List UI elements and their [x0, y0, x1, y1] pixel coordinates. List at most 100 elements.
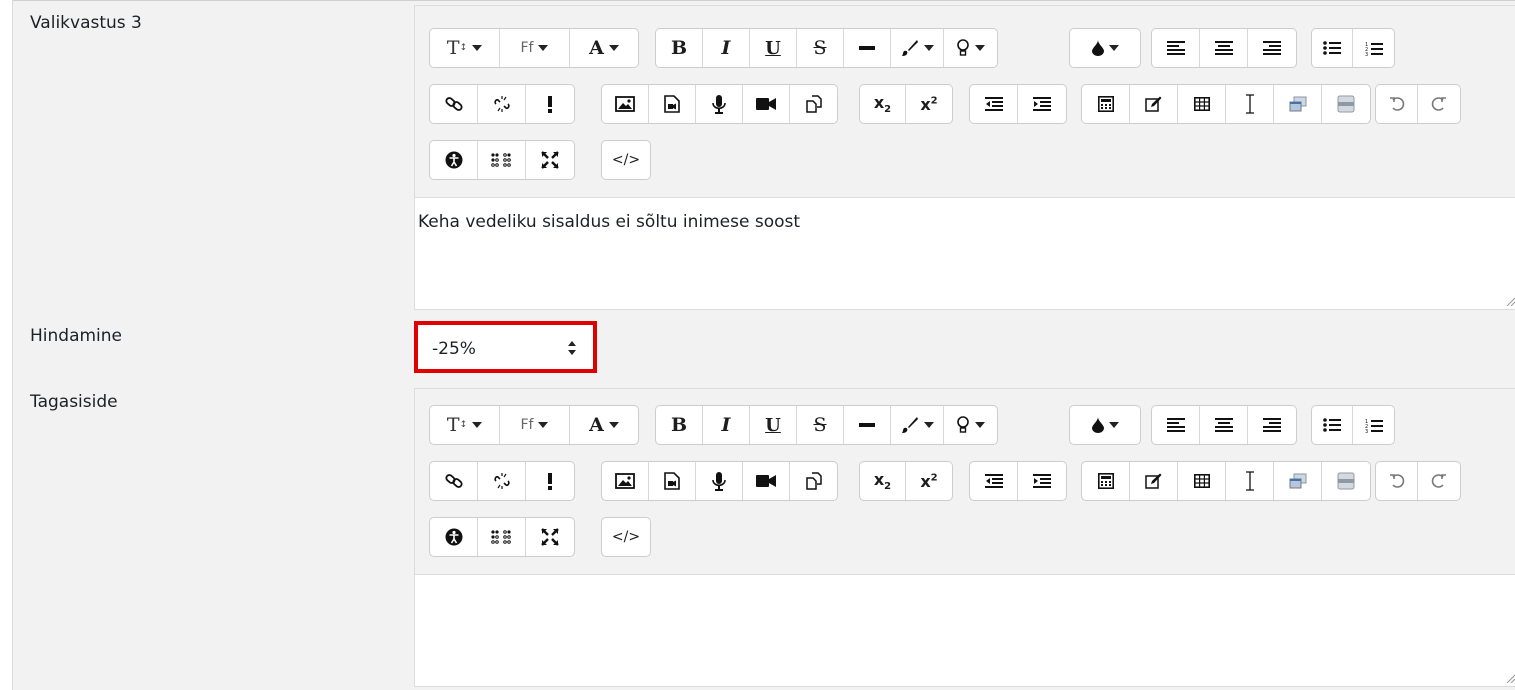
redo-button[interactable]	[1418, 462, 1460, 500]
strikethrough-button[interactable]: S	[797, 406, 844, 444]
bullet-list-icon	[1323, 418, 1341, 432]
link-group	[429, 84, 575, 124]
align-left-button[interactable]	[1152, 29, 1200, 67]
media-button[interactable]	[649, 85, 696, 123]
underline-icon: U	[765, 414, 781, 436]
numbered-list-button[interactable]: 123	[1353, 406, 1394, 444]
undo-icon	[1389, 97, 1404, 111]
fullscreen-button[interactable]	[526, 141, 574, 179]
outdent-button[interactable]	[970, 462, 1018, 500]
text-cursor-icon	[1245, 94, 1254, 114]
numbered-list-button[interactable]: 123	[1353, 29, 1394, 67]
bulb-button[interactable]	[944, 29, 997, 67]
align-center-button[interactable]	[1200, 406, 1248, 444]
bold-button[interactable]: B	[656, 29, 703, 67]
align-left-button[interactable]	[1152, 406, 1200, 444]
redo-button[interactable]	[1418, 85, 1460, 123]
underline-button[interactable]: U	[750, 29, 797, 67]
media-button[interactable]	[649, 462, 696, 500]
video-camera-icon	[756, 475, 776, 487]
text-cursor-button[interactable]	[1226, 462, 1274, 500]
background-color-button[interactable]	[1070, 29, 1140, 67]
html-source-button[interactable]: </>	[602, 141, 650, 179]
horizontal-rule-button[interactable]	[844, 29, 891, 67]
undo-button[interactable]	[1376, 85, 1418, 123]
subscript-button[interactable]: x2	[860, 85, 906, 123]
bulb-button[interactable]	[944, 406, 997, 444]
editor-toolbar: T ↕ Ff A B I U S 1 2 3 x2 x2 </>	[415, 389, 1515, 585]
link-button[interactable]	[430, 85, 478, 123]
braille-button[interactable]	[478, 518, 526, 556]
record-video-button[interactable]	[743, 85, 790, 123]
table-button[interactable]	[1178, 85, 1226, 123]
drawer-button[interactable]	[1322, 462, 1370, 500]
manage-files-button[interactable]	[790, 462, 837, 500]
font-size-button[interactable]: T ↕	[430, 29, 500, 67]
font-size-icon-arrows: ↕	[459, 43, 468, 53]
resize-handle-icon[interactable]	[1505, 673, 1515, 683]
grade-select[interactable]: -25%	[414, 321, 597, 373]
manage-files-button[interactable]	[790, 85, 837, 123]
image-button[interactable]	[602, 85, 649, 123]
editor-toolbar: T ↕ Ff A B I U S 1 2 3 x2 x2 </>	[415, 6, 1515, 202]
bullet-list-button[interactable]	[1312, 406, 1353, 444]
outdent-button[interactable]	[970, 85, 1018, 123]
indent-button[interactable]	[1018, 462, 1066, 500]
background-color-button[interactable]	[1070, 406, 1140, 444]
horizontal-rule-button[interactable]	[844, 406, 891, 444]
align-right-button[interactable]	[1248, 406, 1296, 444]
fullscreen-button[interactable]	[526, 518, 574, 556]
link-button[interactable]	[430, 462, 478, 500]
accessibility-button[interactable]	[430, 518, 478, 556]
calculator-button[interactable]	[1082, 85, 1130, 123]
subscript-button[interactable]: x2	[860, 462, 906, 500]
font-family-button[interactable]: Ff	[500, 406, 570, 444]
braille-button[interactable]	[478, 141, 526, 179]
table-button[interactable]	[1178, 462, 1226, 500]
font-color-icon: A	[589, 37, 604, 59]
undo-button[interactable]	[1376, 462, 1418, 500]
brush-button[interactable]	[891, 29, 944, 67]
media-file-icon	[664, 472, 680, 490]
strikethrough-button[interactable]: S	[797, 29, 844, 67]
important-button[interactable]	[526, 462, 574, 500]
font-size-button[interactable]: T ↕	[430, 406, 500, 444]
brush-button[interactable]	[891, 406, 944, 444]
superscript-button[interactable]: x2	[906, 85, 952, 123]
record-audio-button[interactable]	[696, 462, 743, 500]
superscript-button[interactable]: x2	[906, 462, 952, 500]
html-source-button[interactable]: </>	[602, 518, 650, 556]
unlink-button[interactable]	[478, 462, 526, 500]
font-color-button[interactable]: A	[570, 29, 638, 67]
font-color-button[interactable]: A	[570, 406, 638, 444]
unlink-button[interactable]	[478, 85, 526, 123]
text-cursor-button[interactable]	[1226, 85, 1274, 123]
edit-button[interactable]	[1130, 85, 1178, 123]
record-video-button[interactable]	[743, 462, 790, 500]
calculator-icon	[1097, 473, 1114, 489]
record-audio-button[interactable]	[696, 85, 743, 123]
indent-button[interactable]	[1018, 85, 1066, 123]
align-center-button[interactable]	[1200, 29, 1248, 67]
calculator-button[interactable]	[1082, 462, 1130, 500]
chevron-down-icon	[1108, 45, 1119, 51]
drawer-button[interactable]	[1322, 85, 1370, 123]
bold-button[interactable]: B	[656, 406, 703, 444]
italic-button[interactable]: I	[703, 406, 750, 444]
screen-button[interactable]	[1274, 85, 1322, 123]
chevron-down-icon	[1108, 422, 1119, 428]
align-right-button[interactable]	[1248, 29, 1296, 67]
screen-button[interactable]	[1274, 462, 1322, 500]
accessibility-button[interactable]	[430, 141, 478, 179]
font-group: T ↕ Ff A	[429, 28, 639, 68]
feedback-text-area[interactable]	[415, 574, 1515, 686]
underline-button[interactable]: U	[750, 406, 797, 444]
bullet-list-button[interactable]	[1312, 29, 1353, 67]
italic-button[interactable]: I	[703, 29, 750, 67]
important-button[interactable]	[526, 85, 574, 123]
edit-button[interactable]	[1130, 462, 1178, 500]
resize-handle-icon[interactable]	[1505, 296, 1515, 306]
image-button[interactable]	[602, 462, 649, 500]
choice-text-area[interactable]: Keha vedeliku sisaldus ei sõltu inimese …	[415, 197, 1515, 309]
font-family-button[interactable]: Ff	[500, 29, 570, 67]
